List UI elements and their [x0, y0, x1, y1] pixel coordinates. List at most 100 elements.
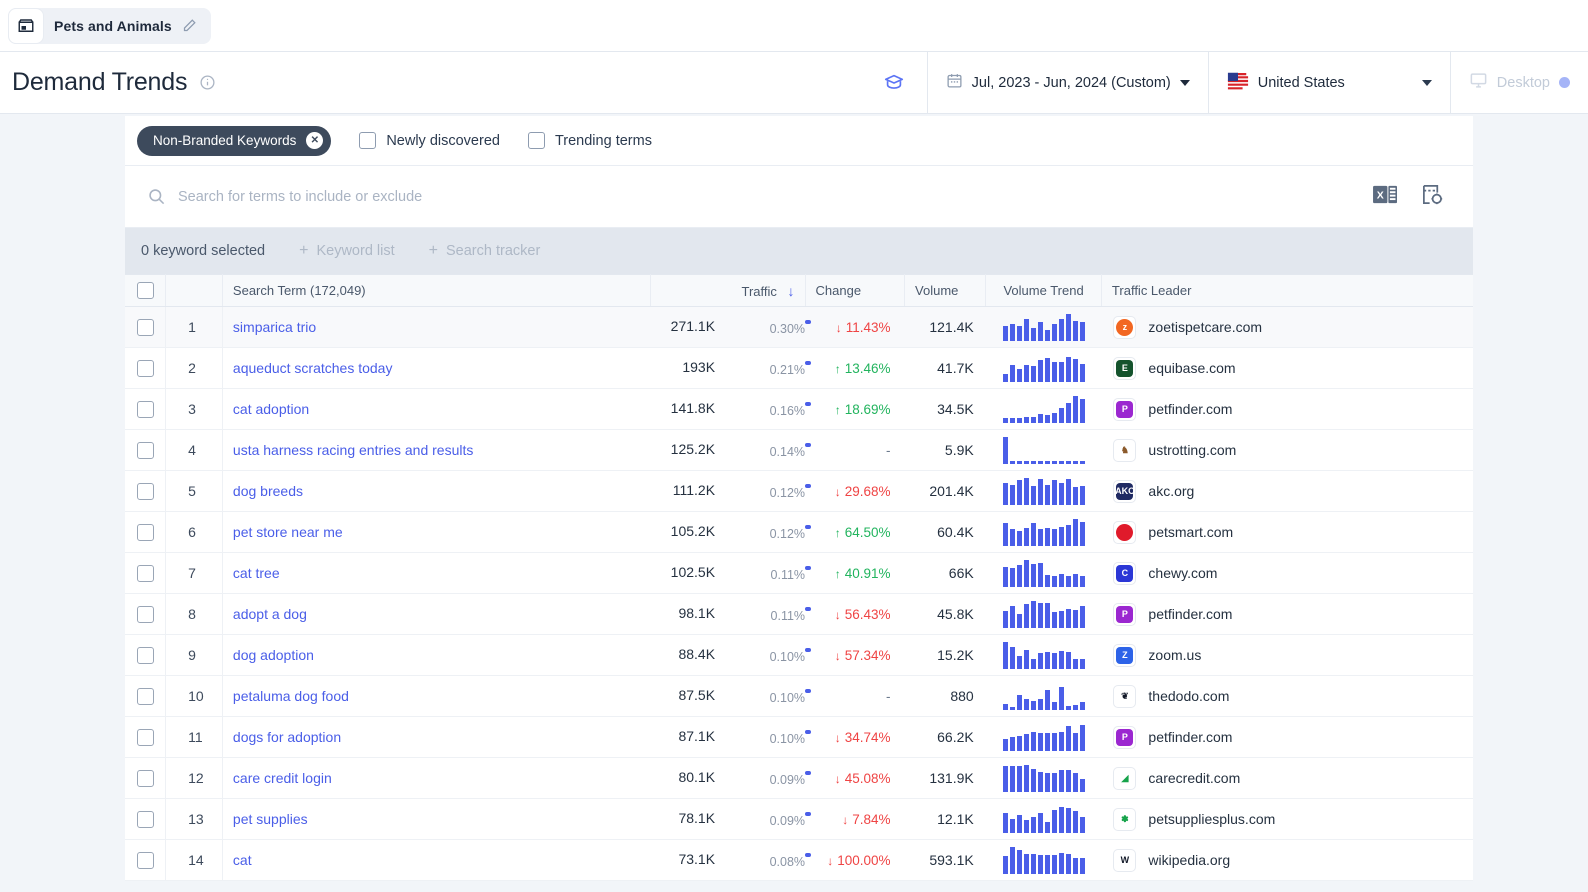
- search-term-link[interactable]: aqueduct scratches today: [233, 360, 393, 376]
- project-tab[interactable]: Pets and Animals: [8, 8, 211, 44]
- row-select-cell[interactable]: [125, 512, 166, 553]
- row-select-cell[interactable]: [125, 348, 166, 389]
- row-search-term[interactable]: dogs for adoption: [222, 717, 650, 758]
- traffic-leader-domain[interactable]: zoetispetcare.com: [1148, 319, 1262, 335]
- row-checkbox[interactable]: [137, 647, 154, 664]
- add-to-search-tracker-button[interactable]: + Search tracker: [429, 243, 541, 259]
- table-row[interactable]: 8adopt a dog98.1K0.11%↓56.43%45.8KPpetfi…: [125, 594, 1473, 635]
- row-select-cell[interactable]: [125, 799, 166, 840]
- row-select-cell[interactable]: [125, 676, 166, 717]
- volume-header[interactable]: Volume: [905, 275, 986, 307]
- search-term-link[interactable]: pet supplies: [233, 811, 308, 827]
- row-select-cell[interactable]: [125, 471, 166, 512]
- row-search-term[interactable]: petaluma dog food: [222, 676, 650, 717]
- traffic-leader-domain[interactable]: petfinder.com: [1148, 401, 1232, 417]
- traffic-leader-domain[interactable]: petfinder.com: [1148, 729, 1232, 745]
- traffic-leader-domain[interactable]: wikipedia.org: [1148, 852, 1230, 868]
- change-header[interactable]: Change: [805, 275, 904, 307]
- filter-chip-non-branded[interactable]: Non-Branded Keywords ✕: [137, 126, 331, 156]
- traffic-leader-domain[interactable]: petfinder.com: [1148, 606, 1232, 622]
- table-settings-icon[interactable]: [1420, 183, 1445, 211]
- traffic-leader-domain[interactable]: petsmart.com: [1148, 524, 1233, 540]
- row-select-cell[interactable]: [125, 635, 166, 676]
- checkbox-box[interactable]: [528, 132, 545, 149]
- row-select-cell[interactable]: [125, 594, 166, 635]
- row-checkbox[interactable]: [137, 442, 154, 459]
- row-checkbox[interactable]: [137, 606, 154, 623]
- info-icon[interactable]: [199, 74, 216, 91]
- table-row[interactable]: 6pet store near me105.2K0.12%↑64.50%60.4…: [125, 512, 1473, 553]
- table-row[interactable]: 5dog breeds111.2K0.12%↓29.68%201.4KAKCak…: [125, 471, 1473, 512]
- table-row[interactable]: 14cat73.1K0.08%↓100.00%593.1KWwikipedia.…: [125, 840, 1473, 881]
- country-selector[interactable]: United States: [1208, 52, 1450, 114]
- traffic-leader-domain[interactable]: zoom.us: [1148, 647, 1201, 663]
- search-term-link[interactable]: dogs for adoption: [233, 729, 341, 745]
- traffic-leader-domain[interactable]: thedodo.com: [1148, 688, 1229, 704]
- search-term-link[interactable]: petaluma dog food: [233, 688, 349, 704]
- traffic-leader-domain[interactable]: ustrotting.com: [1148, 442, 1236, 458]
- search-term-header[interactable]: Search Term (172,049): [222, 275, 650, 307]
- row-search-term[interactable]: dog breeds: [222, 471, 650, 512]
- table-row[interactable]: 7cat tree102.5K0.11%↑40.91%66KCchewy.com: [125, 553, 1473, 594]
- row-search-term[interactable]: usta harness racing entries and results: [222, 430, 650, 471]
- row-checkbox[interactable]: [137, 688, 154, 705]
- row-search-term[interactable]: pet store near me: [222, 512, 650, 553]
- search-input[interactable]: [178, 189, 1361, 205]
- row-checkbox[interactable]: [137, 729, 154, 746]
- traffic-leader-domain[interactable]: akc.org: [1148, 483, 1194, 499]
- traffic-leader-domain[interactable]: chewy.com: [1148, 565, 1217, 581]
- table-row[interactable]: 13pet supplies78.1K0.09%↓7.84%12.1K✽pets…: [125, 799, 1473, 840]
- row-search-term[interactable]: dog adoption: [222, 635, 650, 676]
- device-selector[interactable]: Desktop: [1450, 52, 1588, 114]
- search-term-link[interactable]: dog breeds: [233, 483, 303, 499]
- row-search-term[interactable]: cat: [222, 840, 650, 881]
- row-checkbox[interactable]: [137, 360, 154, 377]
- row-search-term[interactable]: adopt a dog: [222, 594, 650, 635]
- search-term-link[interactable]: simparica trio: [233, 319, 316, 335]
- checkbox-trending-terms[interactable]: Trending terms: [528, 132, 652, 149]
- table-row[interactable]: 10petaluma dog food87.5K0.10%-880❦thedod…: [125, 676, 1473, 717]
- table-row[interactable]: 1simparica trio271.1K0.30%↓11.43%121.4Kz…: [125, 307, 1473, 348]
- traffic-leader-domain[interactable]: carecredit.com: [1148, 770, 1240, 786]
- row-checkbox[interactable]: [137, 811, 154, 828]
- search-term-link[interactable]: care credit login: [233, 770, 332, 786]
- row-search-term[interactable]: pet supplies: [222, 799, 650, 840]
- learn-button[interactable]: [861, 52, 927, 114]
- search-term-link[interactable]: adopt a dog: [233, 606, 307, 622]
- checkbox-newly-discovered[interactable]: Newly discovered: [359, 132, 500, 149]
- search-term-link[interactable]: pet store near me: [233, 524, 343, 540]
- row-checkbox[interactable]: [137, 524, 154, 541]
- pencil-icon[interactable]: [182, 18, 197, 33]
- row-search-term[interactable]: simparica trio: [222, 307, 650, 348]
- row-search-term[interactable]: cat tree: [222, 553, 650, 594]
- date-range-picker[interactable]: Jul, 2023 - Jun, 2024 (Custom): [927, 52, 1208, 114]
- row-search-term[interactable]: aqueduct scratches today: [222, 348, 650, 389]
- row-checkbox[interactable]: [137, 565, 154, 582]
- row-checkbox[interactable]: [137, 770, 154, 787]
- search-term-link[interactable]: usta harness racing entries and results: [233, 442, 473, 458]
- search-term-link[interactable]: dog adoption: [233, 647, 314, 663]
- row-select-cell[interactable]: [125, 758, 166, 799]
- close-icon[interactable]: ✕: [306, 132, 323, 149]
- row-select-cell[interactable]: [125, 553, 166, 594]
- traffic-header[interactable]: Traffic ↓: [651, 275, 805, 307]
- select-all-header[interactable]: [125, 275, 166, 307]
- add-to-keyword-list-button[interactable]: + Keyword list: [299, 243, 395, 259]
- search-term-link[interactable]: cat adoption: [233, 401, 309, 417]
- excel-export-icon[interactable]: X: [1373, 183, 1398, 211]
- table-row[interactable]: 9dog adoption88.4K0.10%↓57.34%15.2KZzoom…: [125, 635, 1473, 676]
- search-term-link[interactable]: cat: [233, 852, 252, 868]
- traffic-leader-domain[interactable]: equibase.com: [1148, 360, 1235, 376]
- checkbox-box[interactable]: [359, 132, 376, 149]
- row-select-cell[interactable]: [125, 389, 166, 430]
- row-checkbox[interactable]: [137, 483, 154, 500]
- traffic-leader-domain[interactable]: petsuppliesplus.com: [1148, 811, 1275, 827]
- table-row[interactable]: 12care credit login80.1K0.09%↓45.08%131.…: [125, 758, 1473, 799]
- row-checkbox[interactable]: [137, 401, 154, 418]
- row-select-cell[interactable]: [125, 840, 166, 881]
- table-row[interactable]: 11dogs for adoption87.1K0.10%↓34.74%66.2…: [125, 717, 1473, 758]
- table-row[interactable]: 4usta harness racing entries and results…: [125, 430, 1473, 471]
- table-row[interactable]: 2aqueduct scratches today193K0.21%↑13.46…: [125, 348, 1473, 389]
- select-all-checkbox[interactable]: [137, 282, 154, 299]
- row-checkbox[interactable]: [137, 319, 154, 336]
